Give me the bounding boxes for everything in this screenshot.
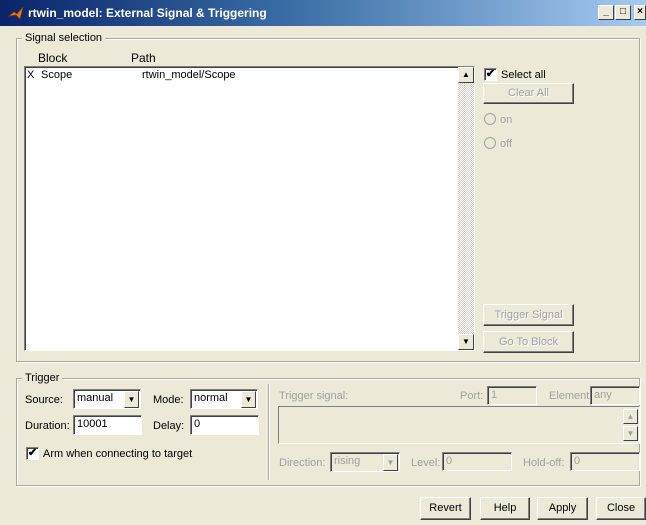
level-label: Level: xyxy=(411,457,441,469)
source-label: Source: xyxy=(25,394,63,406)
signal-list-scrollbar[interactable]: ▲ ▼ xyxy=(458,67,474,350)
holdoff-label: Hold-off: xyxy=(523,457,565,469)
on-radio-label[interactable]: on xyxy=(500,114,512,126)
chevron-down-icon[interactable]: ▼ xyxy=(241,391,256,408)
direction-value: rising xyxy=(334,455,361,467)
signal-list[interactable]: X Scope rtwin_model/Scope xyxy=(24,66,475,351)
mode-select[interactable]: normal ▼ xyxy=(190,389,258,409)
mode-label: Mode: xyxy=(153,394,184,406)
matlab-logo-icon xyxy=(8,6,24,20)
direction-select[interactable]: rising ▼ xyxy=(330,452,400,472)
chevron-down-icon[interactable]: ▼ xyxy=(383,454,398,471)
port-label: Port: xyxy=(460,390,484,402)
select-all-label[interactable]: Select all xyxy=(501,69,546,81)
revert-button[interactable]: Revert xyxy=(420,497,471,520)
arm-checkbox[interactable]: ✔ xyxy=(26,447,39,460)
path-cell: rtwin_model/Scope xyxy=(142,69,236,81)
trigger-signal-display: ▲ ▼ xyxy=(278,406,640,444)
trigger-separator xyxy=(268,384,270,480)
apply-button[interactable]: Apply xyxy=(537,497,588,520)
close-button[interactable]: Close xyxy=(596,497,646,520)
source-select[interactable]: manual ▼ xyxy=(73,389,141,409)
port-field[interactable]: 1 xyxy=(487,386,537,405)
scroll-down-button[interactable]: ▼ xyxy=(623,426,638,441)
signal-selection-legend: Signal selection xyxy=(22,32,106,44)
trigger-signal-label: Trigger signal: xyxy=(279,390,349,402)
minimize-button[interactable]: _ xyxy=(598,5,614,20)
title-bar[interactable]: rtwin_model: External Signal & Triggerin… xyxy=(0,0,646,26)
clear-all-button[interactable]: Clear All xyxy=(483,83,574,104)
direction-label: Direction: xyxy=(279,457,326,469)
delay-field[interactable]: 0 xyxy=(190,415,259,435)
level-field[interactable]: 0 xyxy=(442,452,512,471)
holdoff-field[interactable]: 0 xyxy=(570,452,640,471)
duration-field[interactable]: 10001 xyxy=(73,415,142,435)
off-radio-label[interactable]: off xyxy=(500,138,512,150)
source-value: manual xyxy=(77,392,114,404)
column-header-block[interactable]: Block xyxy=(38,51,67,65)
list-item[interactable]: X Scope rtwin_model/Scope xyxy=(27,69,457,83)
maximize-button[interactable]: □ xyxy=(615,5,631,20)
mode-value: normal xyxy=(194,392,228,404)
delay-label: Delay: xyxy=(153,420,185,432)
scroll-up-button[interactable]: ▲ xyxy=(458,67,474,83)
element-label: Element: xyxy=(549,390,593,402)
trigger-legend: Trigger xyxy=(22,372,63,384)
element-field[interactable]: any xyxy=(590,386,640,405)
chevron-down-icon[interactable]: ▼ xyxy=(124,391,139,408)
close-window-button[interactable]: × xyxy=(634,5,646,20)
off-radio[interactable] xyxy=(484,137,496,149)
block-cell: Scope xyxy=(41,69,73,81)
arm-label[interactable]: Arm when connecting to target xyxy=(43,448,192,460)
duration-label: Duration: xyxy=(25,420,70,432)
help-button[interactable]: Help xyxy=(480,497,530,520)
go-to-block-button[interactable]: Go To Block xyxy=(483,331,574,353)
scroll-up-button[interactable]: ▲ xyxy=(623,409,638,424)
scroll-down-button[interactable]: ▼ xyxy=(458,334,474,350)
column-header-path[interactable]: Path xyxy=(131,51,156,65)
window-title: rtwin_model: External Signal & Triggerin… xyxy=(28,6,267,20)
selection-marker: X xyxy=(27,69,35,81)
on-radio[interactable] xyxy=(484,113,496,125)
trigger-signal-button[interactable]: Trigger Signal xyxy=(483,304,574,326)
select-all-checkbox[interactable]: ✔ xyxy=(484,68,497,81)
